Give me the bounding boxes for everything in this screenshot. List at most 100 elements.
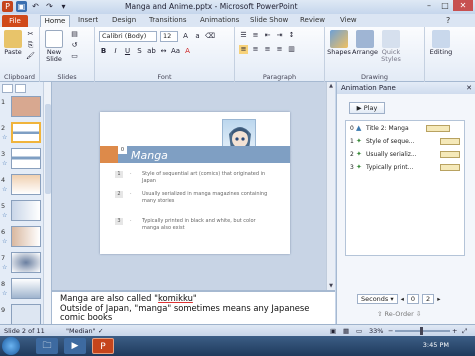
slide-thumbnail[interactable]: 5 ☆ (1, 200, 43, 222)
play-button[interactable]: ▶ Play (349, 102, 385, 114)
powerpoint-taskbar-icon[interactable]: P (92, 338, 114, 354)
change-case-icon[interactable]: Aa (171, 47, 180, 56)
font-color-icon[interactable]: A (183, 47, 192, 56)
explorer-icon[interactable]: 🗀 (36, 338, 58, 354)
shadow-icon[interactable]: S (135, 47, 144, 56)
tab-transitions[interactable]: Transitions (149, 16, 187, 24)
thumbnail-scrollbar[interactable] (43, 82, 51, 324)
arrange-button[interactable]: Arrange (352, 30, 378, 56)
arrange-icon (356, 30, 374, 48)
zoom-slider[interactable] (395, 327, 450, 335)
cut-icon[interactable]: ✂ (26, 30, 35, 39)
timeline-start[interactable]: 0 (406, 294, 420, 304)
clear-formatting-icon[interactable]: ⌫ (205, 32, 215, 41)
tab-insert[interactable]: Insert (78, 16, 98, 24)
slide-thumbnail[interactable]: 7 ☆ (1, 252, 43, 274)
font-name-combo[interactable]: Calibri (Body) (99, 31, 157, 42)
slide-thumbnail[interactable]: 1 (1, 96, 43, 118)
thumbnail-image (11, 278, 41, 299)
thumbnail-image (11, 252, 41, 273)
close-button[interactable]: ✕ (453, 0, 473, 11)
tab-file[interactable]: File (2, 15, 28, 27)
grow-font-icon[interactable]: A (181, 32, 190, 41)
slide-thumbnail[interactable]: 3 ☆ (1, 148, 43, 170)
animation-item[interactable]: 1 ✦ Style of seque... (348, 136, 463, 147)
bold-icon[interactable]: B (99, 47, 108, 56)
media-player-icon[interactable]: ▶ (64, 338, 86, 354)
copy-icon[interactable]: ⎘ (26, 41, 35, 50)
animation-item[interactable]: 2 ✦ Usually serializ... (348, 149, 463, 160)
justify-icon[interactable]: ≡ (275, 45, 284, 54)
align-right-icon[interactable]: ≡ (263, 45, 272, 54)
char-spacing-icon[interactable]: ↔ (159, 47, 168, 56)
spell-error-word[interactable]: komikku (158, 293, 193, 303)
minimize-button[interactable]: – (421, 0, 437, 11)
timeline-back-icon[interactable]: ◂ (401, 295, 404, 303)
undo-icon[interactable]: ↶ (30, 1, 41, 12)
shrink-font-icon[interactable]: a (193, 32, 202, 41)
maximize-button[interactable]: □ (437, 0, 453, 11)
entrance-effect-icon: ✦ (356, 163, 362, 171)
slide-thumbnail[interactable]: 2 ☆ (1, 122, 43, 144)
close-pane-icon[interactable]: ✕ (466, 82, 472, 94)
tab-design[interactable]: Design (112, 16, 136, 24)
fly-in-effect-icon: ▲ (356, 124, 362, 132)
paste-button[interactable]: Paste (3, 30, 23, 56)
animation-item[interactable]: 0 ▲ Title 2: Manga (348, 123, 463, 134)
reorder-controls: ⇧ Re-Order ⇩ (377, 310, 422, 318)
bullets-icon[interactable]: ☰ (239, 31, 248, 40)
columns-icon[interactable]: ▥ (287, 45, 296, 54)
font-size-combo[interactable]: 12 (160, 31, 178, 42)
entrance-effect-icon: ✦ (356, 150, 362, 158)
notes-pane[interactable]: Manga are also called "komikku" Outside … (52, 290, 335, 324)
layout-icon[interactable]: ▤ (70, 30, 79, 39)
shapes-button[interactable]: Shapes (327, 30, 351, 56)
slide-thumbnail[interactable]: 6 ☆ (1, 226, 43, 248)
section-icon[interactable]: ▭ (70, 52, 79, 61)
tab-review[interactable]: Review (300, 16, 325, 24)
redo-icon[interactable]: ↷ (44, 1, 55, 12)
slide-title[interactable]: Manga (131, 149, 168, 162)
strikethrough-icon[interactable]: ab (147, 47, 156, 56)
move-up-icon[interactable]: ⇧ (377, 310, 382, 318)
scroll-up-icon[interactable]: ▲ (327, 82, 335, 90)
move-down-icon[interactable]: ⇩ (416, 310, 421, 318)
scroll-down-icon[interactable]: ▼ (327, 282, 335, 290)
animation-item[interactable]: 3 ✦ Typically print... (348, 162, 463, 173)
tab-slide-show[interactable]: Slide Show (250, 16, 288, 24)
tab-view[interactable]: View (340, 16, 357, 24)
format-painter-icon[interactable]: 🖌 (26, 52, 35, 61)
customize-qat-icon[interactable]: ▾ (58, 1, 69, 12)
increase-indent-icon[interactable]: ⇥ (275, 31, 284, 40)
quick-styles-button[interactable]: Quick Styles (379, 30, 403, 63)
new-slide-button[interactable]: New Slide (43, 30, 65, 63)
current-slide[interactable]: 0 Manga 1 · Style of sequential art (com… (100, 112, 290, 254)
slides-tab-icon[interactable] (2, 84, 13, 93)
start-button[interactable] (2, 337, 20, 355)
underline-icon[interactable]: U (123, 47, 132, 56)
slide-thumbnail[interactable]: 8 ☆ (1, 278, 43, 300)
animation-order-badge: 3 (115, 218, 123, 225)
ribbon: Paste ✂ ⎘ 🖌 Clipboard New Slide ▤ ↺ ▭ Sl… (0, 27, 475, 82)
editor-scrollbar[interactable]: ▲ ▼ (326, 82, 335, 290)
line-spacing-icon[interactable]: ↕ (287, 31, 296, 40)
decrease-indent-icon[interactable]: ⇤ (263, 31, 272, 40)
timeline-forward-icon[interactable]: ▸ (437, 295, 440, 303)
slide-thumbnail[interactable]: 9 (1, 304, 43, 326)
tab-animations[interactable]: Animations (200, 16, 239, 24)
align-left-icon[interactable]: ≡ (239, 45, 248, 54)
editing-button[interactable]: Editing (428, 30, 454, 56)
powerpoint-logo-icon[interactable]: P (2, 1, 13, 12)
animation-list: 0 ▲ Title 2: Manga 1 ✦ Style of seque...… (345, 120, 465, 256)
align-center-icon[interactable]: ≡ (251, 45, 260, 54)
outline-tab-icon[interactable] (15, 84, 26, 93)
timeline-end[interactable]: 2 (422, 294, 435, 304)
slide-thumbnail[interactable]: 4 ☆ (1, 174, 43, 196)
italic-icon[interactable]: I (111, 47, 120, 56)
help-icon[interactable]: ? (446, 16, 450, 25)
numbering-icon[interactable]: ≡ (251, 31, 260, 40)
save-icon[interactable]: ▣ (16, 1, 27, 12)
new-slide-icon (45, 30, 63, 48)
reset-icon[interactable]: ↺ (70, 41, 79, 50)
seconds-dropdown[interactable]: Seconds ▾ (357, 294, 398, 304)
